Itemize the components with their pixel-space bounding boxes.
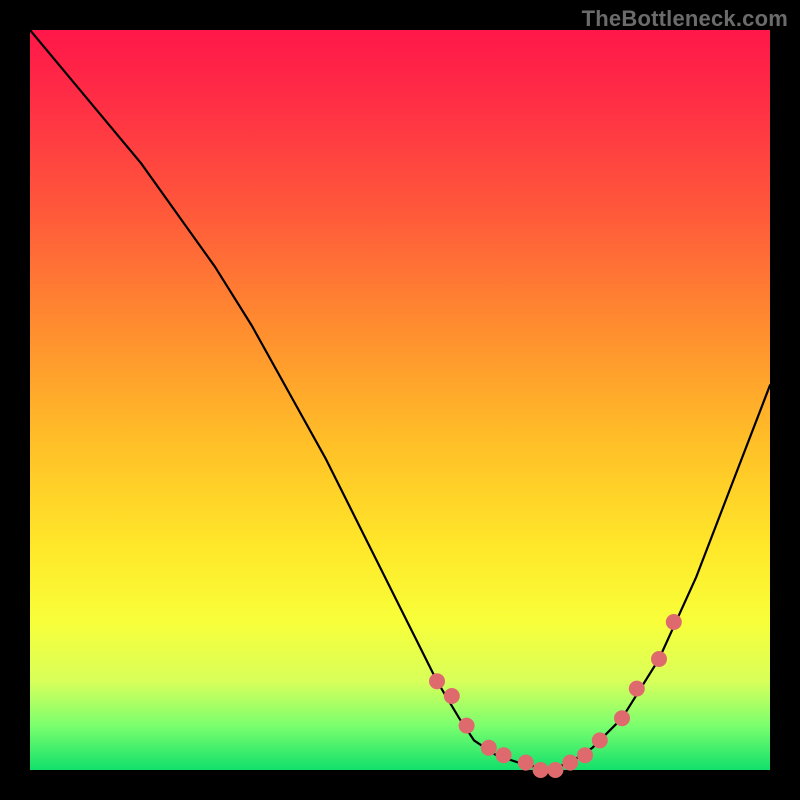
highlight-dot: [533, 762, 549, 778]
highlight-dot: [547, 762, 563, 778]
highlight-dot: [614, 710, 630, 726]
watermark-label: TheBottleneck.com: [582, 6, 788, 32]
highlight-dot: [459, 718, 475, 734]
highlight-dots: [429, 614, 682, 778]
highlight-dot: [592, 732, 608, 748]
highlight-dot: [629, 681, 645, 697]
highlight-dot: [429, 673, 445, 689]
plot-area: [30, 30, 770, 770]
chart-frame: TheBottleneck.com: [0, 0, 800, 800]
highlight-dot: [518, 755, 534, 771]
highlight-dot: [666, 614, 682, 630]
highlight-dot: [496, 747, 512, 763]
highlight-dot: [651, 651, 667, 667]
highlight-dot: [444, 688, 460, 704]
highlight-dot: [481, 740, 497, 756]
highlight-dot: [577, 747, 593, 763]
highlight-dot: [562, 755, 578, 771]
chart-svg: [30, 30, 770, 770]
